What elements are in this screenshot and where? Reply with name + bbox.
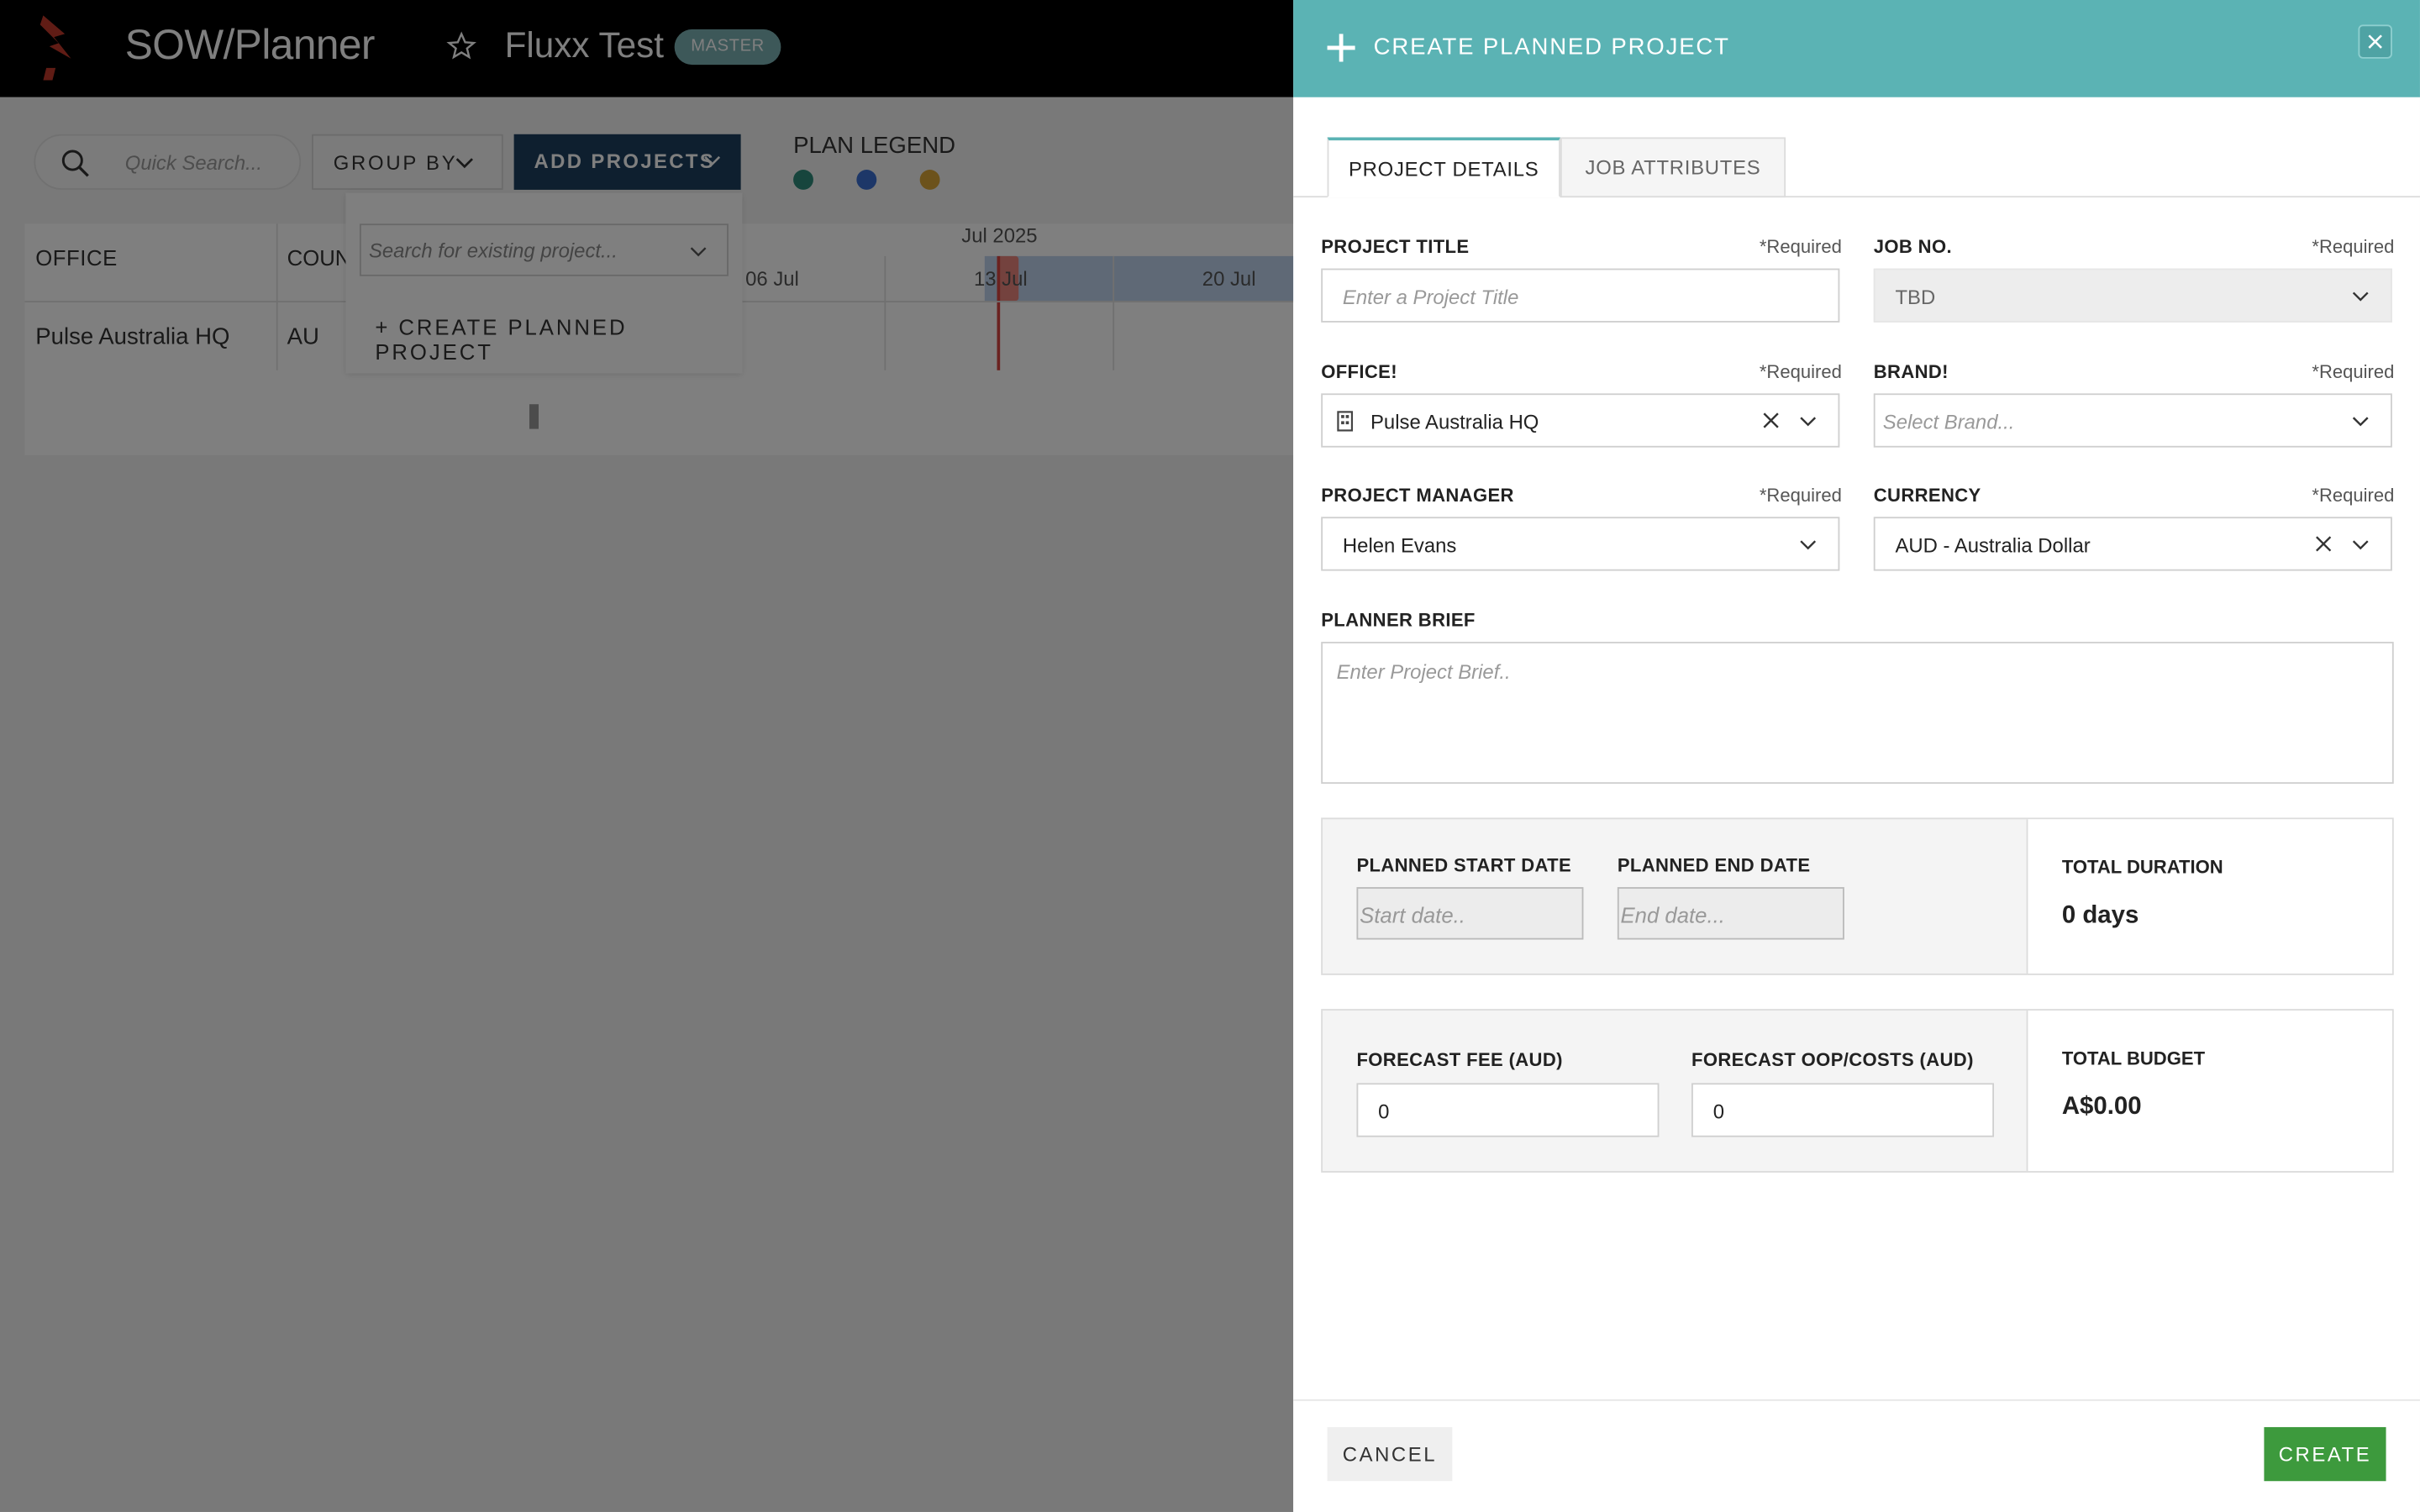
currency-select[interactable]: AUD - Australia Dollar [1873, 517, 2392, 571]
clear-icon[interactable] [2315, 535, 2332, 552]
clear-icon[interactable] [1763, 412, 1780, 428]
office-label: OFFICE! [1321, 360, 1397, 383]
total-duration-value: 0 days [2061, 902, 2139, 929]
create-button[interactable]: CREATE [2264, 1426, 2386, 1482]
chevron-down-icon [2352, 540, 2369, 550]
currency-value: AUD - Australia Dollar [1895, 533, 2091, 558]
required-hint: *Required [2312, 236, 2395, 258]
forecast-oop-label: FORECAST OOP/COSTS (AUD) [1691, 1048, 1974, 1071]
project-title-placeholder: Enter a Project Title [1342, 285, 1519, 309]
total-budget-box: TOTAL BUDGET A$0.00 [2026, 1011, 2392, 1172]
close-button[interactable] [2358, 24, 2392, 59]
forecast-oop-value: 0 [1712, 1100, 1725, 1124]
forecast-fee-value: 0 [1378, 1100, 1390, 1124]
total-budget-label: TOTAL BUDGET [2061, 1047, 2206, 1069]
currency-label: CURRENCY [1873, 484, 1981, 507]
job-no-label: JOB NO. [1873, 236, 1952, 258]
planned-end-label: PLANNED END DATE [1617, 854, 1811, 877]
total-duration-label: TOTAL DURATION [2061, 856, 2223, 879]
project-manager-select[interactable]: Helen Evans [1321, 517, 1840, 571]
project-manager-value: Helen Evans [1342, 533, 1457, 558]
tab-project-details[interactable]: PROJECT DETAILS [1327, 137, 1560, 198]
end-date-placeholder: End date... [1620, 902, 1725, 927]
brand-select[interactable]: Select Brand... [1873, 393, 2392, 448]
planner-brief-textarea[interactable]: Enter Project Brief.. [1321, 642, 2394, 785]
planned-start-label: PLANNED START DATE [1356, 854, 1572, 877]
required-hint: *Required [1759, 484, 1842, 507]
job-no-select[interactable]: TBD [1873, 268, 2392, 323]
chevron-down-icon [1800, 540, 1817, 550]
forecast-oop-input[interactable]: 0 [1691, 1083, 1995, 1137]
planned-start-input[interactable]: Start date.. [1356, 887, 1584, 940]
app-window: SOW/Planner Fluxx Test MASTER Quick Sear… [0, 0, 2420, 1512]
planned-end-input[interactable]: End date... [1617, 887, 1844, 940]
required-hint: *Required [1759, 236, 1842, 258]
required-hint: *Required [2312, 360, 2395, 383]
building-icon [1337, 411, 1354, 432]
total-duration-box: TOTAL DURATION 0 days [2026, 819, 2392, 974]
project-title-label: PROJECT TITLE [1321, 236, 1470, 258]
cancel-button[interactable]: CANCEL [1327, 1426, 1453, 1482]
office-value: Pulse Australia HQ [1370, 410, 1539, 434]
office-select[interactable]: Pulse Australia HQ [1321, 393, 1840, 448]
chevron-down-icon [2352, 417, 2369, 427]
start-date-placeholder: Start date.. [1360, 902, 1465, 927]
chevron-down-icon [2352, 291, 2369, 302]
required-hint: *Required [1759, 360, 1842, 383]
brand-label: BRAND! [1873, 360, 1949, 383]
chevron-down-icon [1800, 417, 1817, 427]
create-planned-project-drawer: CREATE PLANNED PROJECT PROJECT DETAILS J… [1293, 0, 2420, 1512]
dates-panel: PLANNED START DATE Start date.. PLANNED … [1321, 817, 2394, 975]
total-budget-value: A$0.00 [2061, 1094, 2142, 1121]
footer-divider [1293, 1399, 2420, 1401]
modal-overlay[interactable] [0, 0, 1294, 1512]
project-manager-label: PROJECT MANAGER [1321, 484, 1514, 507]
project-title-input[interactable]: Enter a Project Title [1321, 268, 1840, 323]
required-hint: *Required [2312, 484, 2395, 507]
forecast-fee-input[interactable]: 0 [1356, 1083, 1660, 1137]
brand-placeholder: Select Brand... [1882, 410, 2015, 434]
planner-brief-placeholder: Enter Project Brief.. [1336, 660, 1511, 684]
budget-panel: FORECAST FEE (AUD) 0 FORECAST OOP/COSTS … [1321, 1009, 2394, 1173]
plus-icon [1327, 34, 1355, 62]
tab-job-attributes[interactable]: JOB ATTRIBUTES [1560, 137, 1786, 198]
forecast-fee-label: FORECAST FEE (AUD) [1356, 1048, 1563, 1071]
drawer-title: CREATE PLANNED PROJECT [1373, 34, 1730, 60]
close-icon [2368, 34, 2382, 49]
job-no-value: TBD [1895, 285, 1936, 309]
drawer-header: CREATE PLANNED PROJECT [1293, 0, 2420, 97]
planner-brief-label: PLANNER BRIEF [1321, 609, 1476, 632]
